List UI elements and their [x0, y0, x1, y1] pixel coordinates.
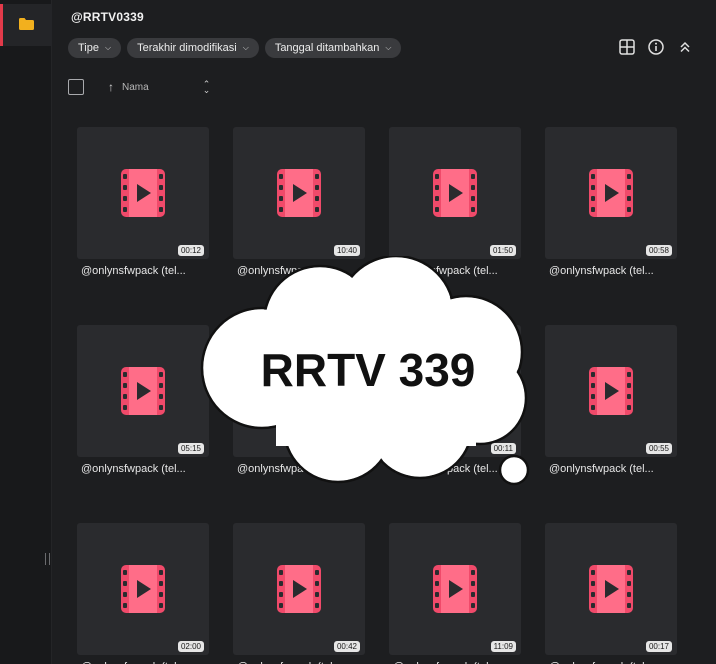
filter-type[interactable]: Tipe ⌵	[68, 38, 122, 58]
chevron-down-icon: ⌵	[385, 43, 392, 52]
filter-modified-label: Terakhir dimodifikasi	[137, 42, 237, 54]
info-icon	[648, 39, 664, 55]
file-card[interactable]: 00:55 @onlynsfwpack (tel...	[545, 325, 677, 475]
file-card[interactable]: 00:12 @onlynsfwpack (tel...	[77, 127, 209, 277]
filter-modified[interactable]: Terakhir dimodifikasi ⌵	[127, 38, 259, 58]
video-thumbnail[interactable]: 02:00	[77, 523, 209, 655]
chevron-down-icon: ⌵	[105, 43, 112, 52]
duration-badge: 00:17	[645, 641, 672, 652]
duration-badge: 01:50	[489, 245, 516, 256]
rail-item-files[interactable]	[0, 4, 52, 46]
overlay-text: RRTV 339	[261, 344, 476, 396]
grid-icon	[619, 39, 635, 55]
chevron-down-icon: ⌵	[242, 43, 249, 52]
video-thumbnail[interactable]: 05:15	[77, 325, 209, 457]
filter-added[interactable]: Tanggal ditambahkan ⌵	[264, 38, 402, 58]
toolbar	[618, 38, 694, 56]
file-card[interactable]: 00:17@onlynsfwpack (tel...	[545, 523, 677, 664]
info-button[interactable]	[647, 38, 665, 56]
sort-label[interactable]: Nama	[122, 82, 149, 93]
video-thumbnail[interactable]: 10:40	[233, 127, 365, 259]
video-file-icon	[433, 565, 477, 613]
duration-badge: 02:00	[177, 641, 204, 652]
duration-badge: 00:55	[645, 443, 672, 454]
duration-badge: 00:58	[645, 245, 672, 256]
folder-icon	[19, 18, 34, 30]
file-card[interactable]: 02:00@onlynsfwpack (tel...	[77, 523, 209, 664]
duration-badge: 11:09	[490, 641, 516, 652]
video-thumbnail[interactable]: 00:58	[545, 127, 677, 259]
file-card[interactable]: 01:50 @onlynsfwpack (tel...	[389, 127, 521, 277]
video-file-icon	[589, 565, 633, 613]
video-file-icon	[433, 169, 477, 217]
sort-bar: ↑ Nama ⌃ ⌄	[68, 78, 210, 96]
video-thumbnail[interactable]: 00:17	[545, 523, 677, 655]
video-file-icon	[121, 565, 165, 613]
video-file-icon	[589, 367, 633, 415]
video-file-icon	[121, 169, 165, 217]
video-file-icon	[121, 367, 165, 415]
page-title: @RRTV0339	[71, 10, 144, 24]
video-thumbnail[interactable]: 00:12	[77, 127, 209, 259]
sort-toggle-icon[interactable]: ⌃ ⌄	[203, 80, 211, 95]
file-card[interactable]: 11:09@onlynsfwpack (tel...	[389, 523, 521, 664]
thought-bubble: RRTV 339	[200, 256, 530, 486]
filter-added-label: Tanggal ditambahkan	[274, 42, 380, 54]
file-name[interactable]: @onlynsfwpack (tel...	[549, 265, 677, 277]
file-card[interactable]: 05:15 @onlynsfwpack (tel...	[77, 325, 209, 475]
video-file-icon	[277, 169, 321, 217]
file-name[interactable]: @onlynsfwpack (tel...	[81, 463, 209, 475]
duration-badge: 00:42	[333, 641, 360, 652]
file-name[interactable]: @onlynsfwpack (tel...	[81, 265, 209, 277]
resize-handle[interactable]	[45, 553, 50, 565]
video-thumbnail[interactable]: 01:50	[389, 127, 521, 259]
file-card[interactable]: 10:40 @onlynsfwpack (tel...	[233, 127, 365, 277]
file-card[interactable]: 00:42@onlynsfwpack (tel...	[233, 523, 365, 664]
left-rail	[0, 0, 52, 664]
filter-type-label: Tipe	[78, 42, 99, 54]
double-chevron-up-icon	[680, 41, 690, 53]
filter-bar: Tipe ⌵ Terakhir dimodifikasi ⌵ Tanggal d…	[68, 38, 402, 58]
file-card[interactable]: 00:58 @onlynsfwpack (tel...	[545, 127, 677, 277]
video-file-icon	[589, 169, 633, 217]
grid-view-button[interactable]	[618, 38, 636, 56]
duration-badge: 10:40	[333, 245, 360, 256]
file-name[interactable]: @onlynsfwpack (tel...	[549, 463, 677, 475]
video-thumbnail[interactable]: 00:42	[233, 523, 365, 655]
collapse-button[interactable]	[676, 38, 694, 56]
video-thumbnail[interactable]: 00:55	[545, 325, 677, 457]
video-file-icon	[277, 565, 321, 613]
duration-badge: 00:12	[177, 245, 204, 256]
arrow-up-icon[interactable]: ↑	[108, 80, 114, 94]
video-thumbnail[interactable]: 11:09	[389, 523, 521, 655]
select-all-checkbox[interactable]	[68, 79, 84, 95]
